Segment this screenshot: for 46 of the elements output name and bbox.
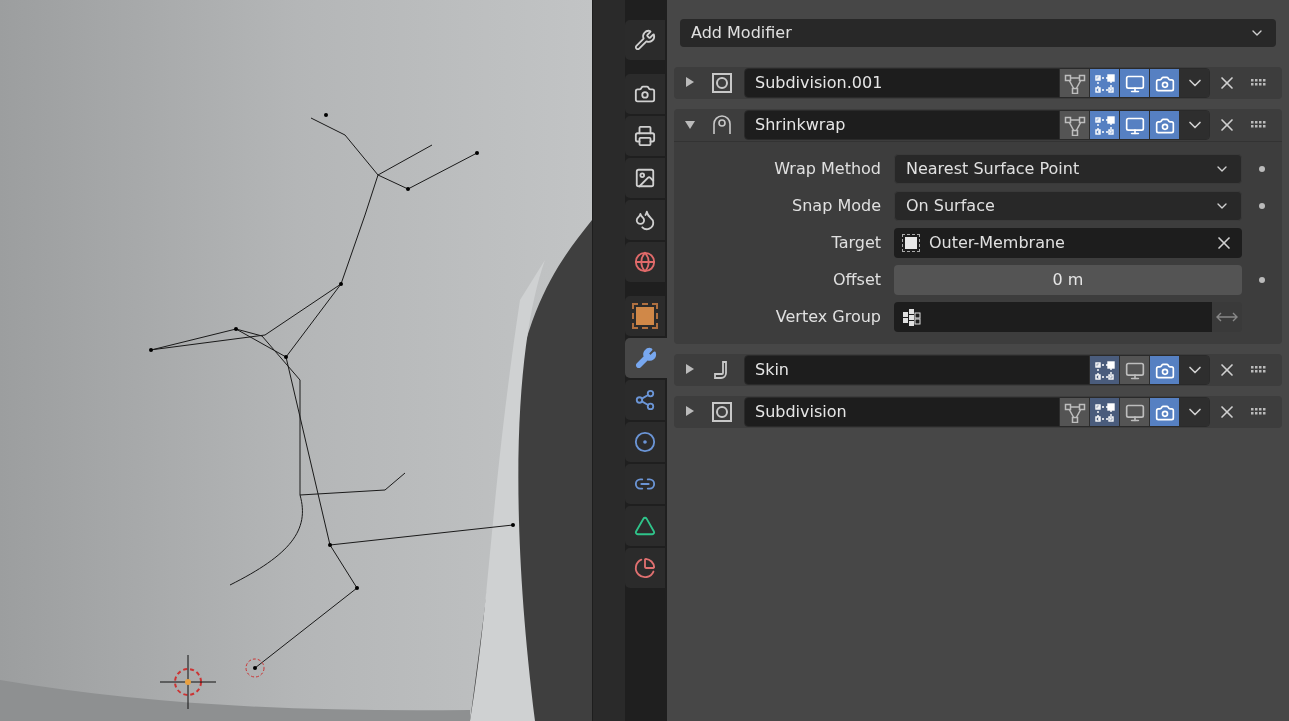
wrench-icon: [635, 347, 657, 369]
dropdown-field[interactable]: On Surface: [894, 191, 1242, 221]
subdivision-icon: [712, 402, 732, 422]
add-modifier-dropdown[interactable]: Add Modifier: [680, 19, 1276, 47]
mesh-data-icon: [634, 515, 656, 537]
properties-tab[interactable]: [625, 422, 665, 462]
properties-tab[interactable]: [625, 464, 665, 504]
properties-tab[interactable]: [625, 338, 667, 378]
property-label: Snap Mode: [791, 195, 882, 217]
tool-icon: [634, 29, 656, 51]
object-icon: [902, 234, 920, 252]
vertex-group-icon: [902, 307, 922, 327]
physics-icon: [634, 431, 656, 453]
properties-tab[interactable]: [625, 20, 665, 60]
camera-back-icon: [634, 83, 656, 105]
properties-tab[interactable]: [625, 116, 665, 156]
field-value: Outer-Membrane: [929, 232, 1066, 254]
globe-icon: [634, 251, 656, 273]
property-label: Wrap Method: [773, 158, 882, 180]
shrinkwrap-icon: [711, 114, 733, 136]
property-label: Vertex Group: [774, 306, 882, 328]
collapsed-triangle-icon: [686, 363, 694, 374]
dropdown-field[interactable]: Nearest Surface Point: [894, 154, 1242, 184]
number-field[interactable]: 0 m: [894, 265, 1242, 295]
collapsed-triangle-icon: [686, 405, 694, 416]
property-label: Target: [830, 232, 882, 254]
vertex-group-field[interactable]: [894, 302, 1212, 332]
printer-icon: [634, 125, 656, 147]
expanded-triangle-icon: [685, 120, 695, 129]
properties-tab[interactable]: [625, 74, 665, 114]
particles-icon: [634, 389, 656, 411]
collapsed-triangle-icon: [686, 76, 694, 87]
properties-tab[interactable]: [625, 380, 665, 420]
subdivision-icon: [712, 73, 732, 93]
image-stack-icon: [634, 167, 656, 189]
properties-tab[interactable]: [625, 296, 665, 336]
properties-tab[interactable]: [625, 506, 665, 546]
double-arrow-icon: [1216, 312, 1238, 322]
properties-tab[interactable]: [625, 200, 665, 240]
properties-tab[interactable]: [625, 548, 665, 588]
scene-icon: [634, 209, 656, 231]
properties-tab[interactable]: [625, 158, 665, 198]
material-icon: [634, 557, 656, 579]
property-label: Offset: [831, 269, 882, 291]
properties-tab[interactable]: [625, 242, 665, 282]
object-field[interactable]: Outer-Membrane: [894, 228, 1242, 258]
